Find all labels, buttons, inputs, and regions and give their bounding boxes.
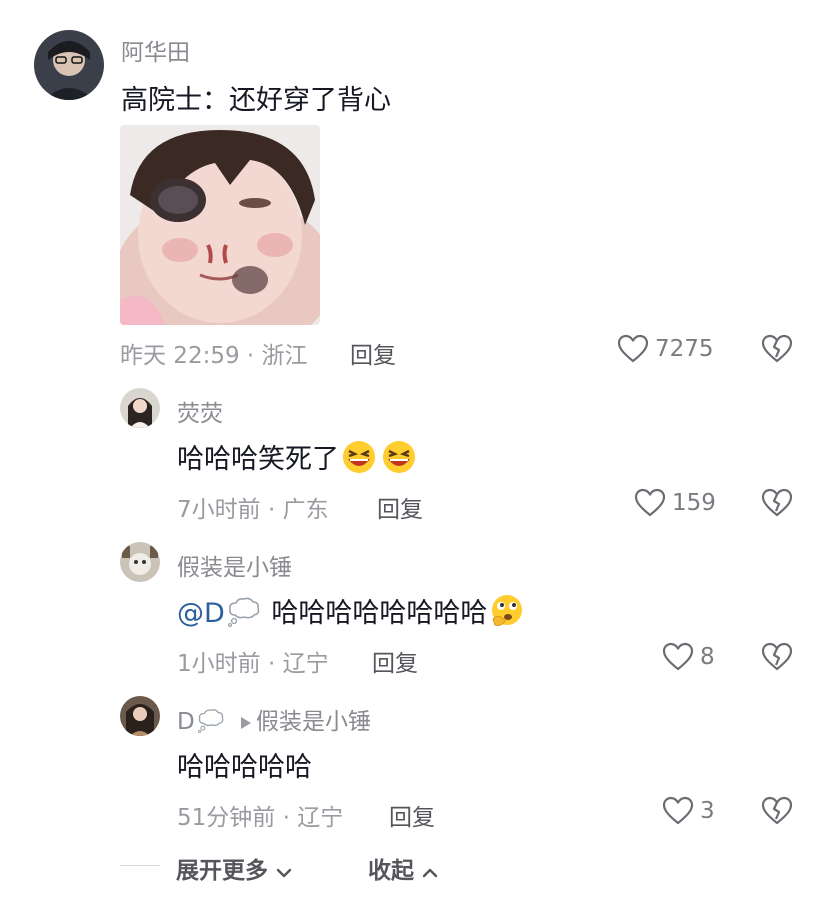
chevron-up-icon — [422, 859, 438, 885]
avatar[interactable] — [120, 696, 160, 736]
comment-text: 哈哈哈哈哈 — [177, 752, 312, 783]
broken-heart-icon[interactable] — [761, 334, 793, 364]
avatar[interactable] — [120, 542, 160, 582]
avatar[interactable] — [120, 388, 160, 428]
reply-button[interactable]: 回复 — [350, 336, 396, 370]
reply-button[interactable]: 回复 — [377, 490, 423, 524]
laughing-emoji-icon — [339, 439, 379, 482]
laughing-emoji-icon — [379, 439, 419, 482]
comment-time-location: 1小时前 · 辽宁 — [177, 651, 329, 677]
comment-text-content: 哈哈哈笑死了 — [177, 444, 339, 475]
like-count: 7275 — [655, 336, 714, 362]
comment-time-location: 51分钟前 · 辽宁 — [177, 805, 344, 831]
like-count: 159 — [672, 490, 716, 516]
comment-text: 哈哈哈笑死了 — [177, 437, 419, 482]
comment-time-location: 7小时前 · 广东 — [177, 497, 329, 523]
divider — [120, 865, 160, 866]
collapse-button[interactable]: 收起 — [368, 851, 438, 885]
thought-bubble-icon — [195, 707, 227, 739]
like-count: 8 — [700, 644, 715, 670]
expand-more-label: 展开更多 — [176, 858, 268, 884]
avatar[interactable] — [34, 30, 104, 100]
reply-arrow-icon — [240, 710, 252, 736]
comment-text: 高院士：还好穿了背心 — [121, 85, 391, 116]
broken-heart-icon[interactable] — [761, 488, 793, 518]
comment-text-content: 哈哈哈哈哈哈哈哈 — [271, 598, 488, 629]
reply-to-username[interactable]: 假装是小锤 — [256, 709, 371, 735]
heart-icon[interactable] — [662, 796, 694, 826]
comment-username[interactable]: 阿华田 — [121, 33, 190, 67]
heart-icon[interactable] — [634, 488, 666, 518]
comment-username[interactable]: 荧荧 — [177, 394, 223, 428]
broken-heart-icon[interactable] — [761, 642, 793, 672]
mention-link[interactable]: @D — [177, 598, 225, 629]
collapse-label: 收起 — [368, 858, 414, 884]
comment-username[interactable]: 假装是小锤 — [177, 548, 292, 582]
heart-icon[interactable] — [662, 642, 694, 672]
thinking-emoji-icon — [487, 593, 527, 636]
expand-more-button[interactable]: 展开更多 — [176, 851, 292, 885]
comment-sticker-image[interactable] — [120, 125, 320, 325]
comment-text: @D 哈哈哈哈哈哈哈哈 — [177, 591, 527, 636]
like-count: 3 — [700, 798, 715, 824]
chevron-down-icon — [276, 859, 292, 885]
comment-time-location: 昨天 22:59 · 浙江 — [120, 343, 308, 369]
reply-button[interactable]: 回复 — [372, 644, 418, 678]
comment-username-row: D 假装是小锤 — [177, 702, 371, 739]
comment-username[interactable]: D — [177, 709, 195, 735]
thought-bubble-icon — [225, 595, 263, 634]
broken-heart-icon[interactable] — [761, 796, 793, 826]
heart-icon[interactable] — [617, 334, 649, 364]
reply-button[interactable]: 回复 — [389, 798, 435, 832]
